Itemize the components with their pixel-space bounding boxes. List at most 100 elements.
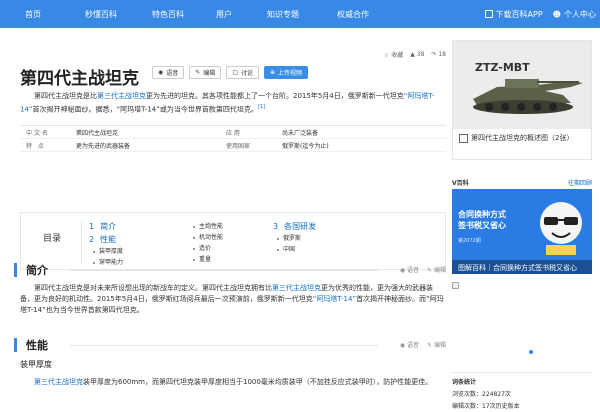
info-value: 第四代主战坦克 — [76, 129, 119, 137]
user-center-link[interactable]: ☻ 个人中心 — [553, 9, 596, 20]
info-key: 特 点 — [26, 142, 46, 150]
nav-users[interactable]: 用户 — [200, 9, 248, 20]
info-key: 使用国家 — [226, 142, 251, 150]
favorite-label: 收藏 — [391, 52, 404, 59]
toc-sub-russia[interactable]: 俄罗斯 — [273, 233, 316, 244]
toc-text: 各国研发 — [284, 222, 317, 231]
toc-sub-mobility[interactable]: 机动性能 — [189, 232, 223, 243]
article-summary: 第四代主战坦克是比第三代主战坦克更为先进的坦克。其各项性能都上了一个台阶。201… — [20, 91, 446, 115]
download-app-label: 下载百科APP — [495, 9, 543, 19]
vbaike-module: V百科 往期回顾 合同换种方式 签书税又省心 第2072期 图解百科｜合同换种方… — [452, 175, 592, 274]
subsection-title-armor: 装甲厚度 — [20, 360, 52, 369]
intro-paragraph: 第四代主战坦克是对未来所设想出现的新战车的定义。第四代主战坦克拥有比第三代主战坦… — [20, 283, 446, 316]
album-label: ZTZ-MBT — [475, 61, 530, 74]
upload-video-label: 上传视频 — [278, 70, 303, 77]
link-armata[interactable]: “阿玛塔T-14” — [313, 295, 356, 303]
entry-statistics: 词条统计 浏览次数：224827次 编辑次数：17次历史版本 — [452, 372, 592, 412]
link-third-gen-tank[interactable]: 第三代主战坦克 — [34, 378, 83, 386]
nav-right: 下载百科APP ☻ 个人中心 — [484, 0, 596, 28]
toc-sub-armor[interactable]: 装甲厚度 — [89, 246, 123, 257]
voice-button[interactable]: ◉ 语音 — [152, 66, 185, 79]
toc-item-performance[interactable]: 2 性能 — [89, 233, 123, 246]
article-stats: ☆ 收藏 ▲ 38 ↷ 18 — [384, 50, 446, 59]
nav-featured[interactable]: 特色百科 — [136, 9, 200, 20]
share-count: 18 — [438, 51, 446, 58]
section-edit-button[interactable]: ✎ 编辑 — [427, 265, 446, 274]
info-row: 特 点 更为先进的武器装备 使用国家 俄罗斯(迄今为止) — [20, 139, 446, 152]
armor-text: 装甲厚度为600mm，而第四代坦克装甲厚度相当于1000毫米均质装甲（不加挂反应… — [83, 378, 433, 386]
image-album[interactable]: ZTZ-MBT 第四代主战坦克的概述图（2张） — [452, 40, 592, 160]
album-icon — [459, 134, 468, 143]
toc-sub-cost[interactable]: 造价 — [189, 243, 223, 254]
info-key: 中文名 — [26, 129, 51, 137]
toc-divider — [81, 221, 82, 263]
pencil-icon: ✎ — [195, 69, 201, 76]
section-title: 简介 — [26, 264, 48, 277]
reference-link[interactable]: [1] — [258, 104, 265, 110]
vbaike-more-link[interactable]: 往期回顾 — [568, 178, 592, 187]
info-value: 更为先进的武器装备 — [76, 142, 131, 150]
like-count: 38 — [416, 51, 425, 58]
section-voice-button[interactable]: ◉ 语音 — [400, 340, 419, 349]
upload-video-button[interactable]: ⊕ 上传视频 — [264, 66, 309, 79]
link-third-gen-tank[interactable]: 第三代主战坦克 — [272, 284, 321, 292]
nav-miaodong[interactable]: 秒懂百科 — [66, 9, 136, 20]
info-key: 应 用 — [226, 129, 240, 137]
banner-line-2: 签书税又省心 — [458, 221, 506, 230]
section-intro-header: 简介 ◉ 语音 ✎ 编辑 — [14, 262, 446, 278]
section-divider — [70, 345, 378, 346]
edit-label: 编辑 — [433, 267, 446, 274]
title-actions: ◉ 语音 ✎ 编辑 ▢ 讨论 ⊕ 上传视频 — [152, 66, 309, 79]
edit-label: 编辑 — [203, 70, 216, 77]
edit-label: 编辑 — [433, 342, 446, 349]
share-icon: ↷ — [431, 51, 437, 58]
info-value: 尚未广泛装备 — [282, 129, 319, 137]
info-row: 中文名 第四代主战坦克 应 用 尚未广泛装备 — [20, 126, 446, 139]
toc-label: 目录 — [43, 234, 62, 244]
section-bar — [14, 263, 17, 277]
toc-item-development[interactable]: 3 各国研发 — [273, 220, 316, 233]
banner-headline: 合同换种方式 签书税又省心 — [458, 209, 506, 231]
nav-partners[interactable]: 权威合作 — [318, 9, 388, 20]
page-title: 第四代主战坦克 — [20, 69, 139, 89]
section-voice-button[interactable]: ◉ 语音 — [400, 265, 419, 274]
discuss-button[interactable]: ▢ 讨论 — [226, 66, 259, 79]
edit-button[interactable]: ✎ 编辑 — [189, 66, 222, 79]
toc-number: 1 — [89, 222, 95, 231]
section-edit-button[interactable]: ✎ 编辑 — [427, 340, 446, 349]
section-bar — [14, 338, 17, 352]
album-caption[interactable]: 第四代主战坦克的概述图（2张） — [459, 133, 589, 144]
share-button[interactable]: ↷ 18 — [431, 51, 446, 58]
intro-text-1: 第四代主战坦克是对未来所设想出现的新战车的定义。第四代主战坦克拥有比 — [34, 284, 272, 292]
voice-label: 语音 — [166, 70, 179, 77]
favorite-button[interactable]: ☆ 收藏 — [384, 50, 403, 59]
summary-text-3: 首次揭开神秘面纱。据悉，“阿玛塔T-14”或为当今世界首款第四代坦克。 — [32, 105, 258, 114]
toc-text: 性能 — [100, 235, 117, 244]
toc-sub-main-gun[interactable]: 主炮性能 — [189, 221, 223, 232]
vbaike-title: V百科 — [452, 180, 469, 187]
banner-line-1: 合同换种方式 — [458, 210, 506, 219]
stats-title: 词条统计 — [452, 379, 477, 386]
like-button[interactable]: ▲ 38 — [410, 51, 424, 58]
toc-column-2: 主炮性能 机动性能 造价 重量 — [189, 221, 223, 265]
plus-icon: ⊕ — [270, 69, 276, 76]
section-tools: ◉ 语音 ✎ 编辑 — [400, 265, 446, 274]
toc-sub-china[interactable]: 中国 — [273, 244, 316, 255]
download-app-link[interactable]: 下载百科APP — [484, 9, 543, 20]
nav-home[interactable]: 首页 — [0, 9, 66, 20]
link-third-gen-tank[interactable]: 第三代主战坦克 — [97, 92, 146, 100]
carousel-dot[interactable] — [529, 350, 533, 354]
voice-label: 语音 — [407, 267, 420, 274]
toc-column-1: 1 简介 2 性能 装甲厚度 穿甲能力 — [89, 220, 123, 268]
info-value: 俄罗斯(迄今为止) — [282, 142, 329, 150]
album-cover-image[interactable]: ZTZ-MBT — [453, 41, 591, 129]
user-icon: ☻ — [552, 9, 561, 19]
toc-column-3: 3 各国研发 俄罗斯 中国 — [273, 220, 316, 255]
armor-paragraph: 第三代主战坦克装甲厚度为600mm，而第四代坦克装甲厚度相当于1000毫米均质装… — [20, 377, 446, 388]
toc-item-intro[interactable]: 1 简介 — [89, 220, 123, 233]
speaker-icon: ◉ — [158, 69, 164, 76]
nav-topics[interactable]: 知识专题 — [248, 9, 318, 20]
tank-illustration: ZTZ-MBT — [453, 41, 591, 129]
section-title: 性能 — [26, 339, 48, 352]
vbaike-banner[interactable]: 合同换种方式 签书税又省心 第2072期 图解百科｜合同换种方式签书税又省心 — [452, 189, 592, 274]
